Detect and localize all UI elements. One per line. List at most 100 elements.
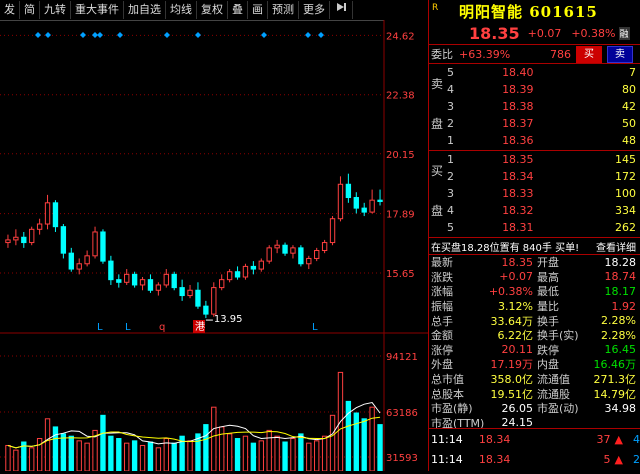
stats-row: 外盘 17.19万 内盘 16.46万 [429, 357, 640, 372]
stat-label: 振幅 [431, 300, 453, 314]
sell-order-row[interactable]: 3 18.38 42 [429, 98, 640, 115]
sell-order-row[interactable]: 5 18.40 7 [429, 64, 640, 81]
stat-label: 涨跌 [431, 270, 453, 284]
candle-body [68, 252, 74, 270]
stat-value: 26.05 [501, 401, 534, 415]
stats-row: 涨跌 +0.07 最高 18.74 [429, 270, 640, 285]
volume-bar [250, 442, 257, 472]
candle-body [84, 255, 90, 265]
price-change: +0.07 [527, 26, 562, 40]
kline-chart[interactable]: 24.62 22.38 20.15 17.89 15.65 13.95 L Lq 港 L 94121… [0, 20, 428, 472]
view-detail-link[interactable]: 查看详细 [596, 239, 640, 254]
up-arrow-icon: ▲ [614, 452, 623, 466]
buy-order-volume: 262 [615, 221, 636, 234]
sell-order-row[interactable]: 4 18.39 80 [429, 81, 640, 98]
volume-bar [274, 435, 280, 472]
tick-time: 11:14 [431, 452, 463, 466]
stat-value: 18.74 [604, 270, 637, 284]
candle-body [337, 183, 344, 220]
stat-label: 金额 [431, 329, 453, 343]
candle-body [250, 265, 257, 270]
event-marker: L [97, 322, 103, 333]
stats-row: 总市值 358.0亿 流通值 271.3亿 [429, 372, 640, 387]
buy-order-price: 18.32 [502, 204, 534, 217]
volume-bar [5, 444, 11, 472]
event-diamond-icon [80, 32, 86, 38]
pin-icon[interactable] [330, 1, 353, 19]
volume-bar [361, 418, 367, 472]
stat-value: 16.46万 [593, 358, 637, 372]
candle-body [361, 207, 367, 213]
sell-order-row[interactable]: 1 18.36 48 [429, 132, 640, 149]
toolbar-item-draw[interactable]: 画 [248, 1, 268, 19]
candle-body [203, 305, 209, 315]
sell-order-price: 18.36 [502, 134, 534, 147]
toolbar-item-simple[interactable]: 简 [20, 1, 40, 19]
sell-order-price: 18.39 [502, 83, 534, 96]
volume-bar [226, 433, 233, 472]
stat-label: 换手 [537, 314, 559, 328]
volume-bar [211, 406, 217, 472]
buy-button[interactable]: 买 [576, 45, 602, 63]
stat-label: 市盈(动) [537, 402, 579, 416]
stat-value: 18.35 [501, 255, 534, 269]
volume-bar [60, 433, 67, 472]
event-marker: L [125, 322, 131, 333]
buy-order-price: 18.31 [502, 221, 534, 234]
event-marker: L [312, 322, 318, 333]
event-diamond-icon [261, 32, 267, 38]
stat-value: +0.38% [488, 284, 533, 298]
up-arrow-icon: ▲ [614, 432, 623, 446]
volume-axis-label: 63186 [386, 408, 418, 419]
stats-row: 涨幅 +0.38% 最低 18.17 [429, 284, 640, 299]
toolbar-item-more[interactable]: 更多 [299, 1, 330, 19]
volume-bar [155, 447, 162, 472]
stats-row: 涨停 20.11 跌停 16.45 [429, 343, 640, 358]
toolbar-item-publish[interactable]: 发 [0, 1, 20, 19]
volume-bar [306, 442, 312, 472]
toolbar-item-forecast[interactable]: 预测 [268, 1, 299, 19]
stat-value: +0.07 [499, 270, 533, 284]
toolbar-item-add-watchlist[interactable]: 加自选 [124, 1, 166, 19]
tick-count: 4 [633, 432, 640, 446]
buy-order-row[interactable]: 3 18.33 100 [429, 185, 640, 202]
candle-body [211, 287, 217, 315]
toolbar-item-overlay[interactable]: 叠 [228, 1, 248, 19]
stat-label: 市盈(静) [431, 402, 473, 416]
buy-order-row[interactable]: 1 18.35 145 [429, 151, 640, 168]
r-badge: R [432, 3, 439, 13]
toolbar-item-major-events[interactable]: 重大事件 [71, 1, 124, 19]
event-diamond-icon [97, 32, 103, 38]
low-price-label: 13.95 [214, 314, 243, 325]
buy-order-row[interactable]: 5 18.31 262 [429, 219, 640, 236]
sell-order-price: 18.37 [502, 117, 534, 130]
stat-label: 总股本 [431, 387, 464, 401]
event-diamond-icon [195, 32, 201, 38]
volume-bar [329, 414, 336, 472]
price-axis-label: 24.62 [386, 31, 415, 42]
stat-label: 最低 [537, 285, 559, 299]
order-ratio-pct: +63.39% [459, 47, 511, 61]
candle-body [13, 236, 19, 241]
sell-button[interactable]: 卖 [607, 45, 633, 63]
volume-bar [84, 442, 90, 472]
buy-order-row[interactable]: 4 18.32 334 [429, 202, 640, 219]
large-order-notice: 在买盘18.28位置有 840手 买单! 查看详细 [429, 238, 640, 255]
tick-volume: 5 [603, 452, 611, 466]
buy-order-book: 买盘 1 18.35 145 2 18.34 172 3 18.33 100 4 18.32 334 5… [429, 151, 640, 238]
volume-bar [377, 424, 383, 472]
buy-order-row[interactable]: 2 18.34 172 [429, 168, 640, 185]
toolbar-item-jiuzhuan[interactable]: 九转 [40, 1, 71, 19]
event-diamond-icon [164, 32, 170, 38]
toolbar-item-adjust[interactable]: 复权 [197, 1, 228, 19]
candle-body [353, 197, 359, 209]
candle-body [329, 218, 336, 244]
stat-value: 18.17 [604, 284, 637, 298]
sell-order-level: 1 [447, 134, 454, 147]
stat-label: 换手(实) [537, 329, 579, 343]
toolbar-item-moving-average[interactable]: 均线 [166, 1, 197, 19]
sell-order-row[interactable]: 2 18.37 50 [429, 115, 640, 132]
stat-value: 2.28% [601, 314, 636, 328]
price-axis-label: 22.38 [386, 91, 415, 102]
candle-body [5, 239, 11, 244]
